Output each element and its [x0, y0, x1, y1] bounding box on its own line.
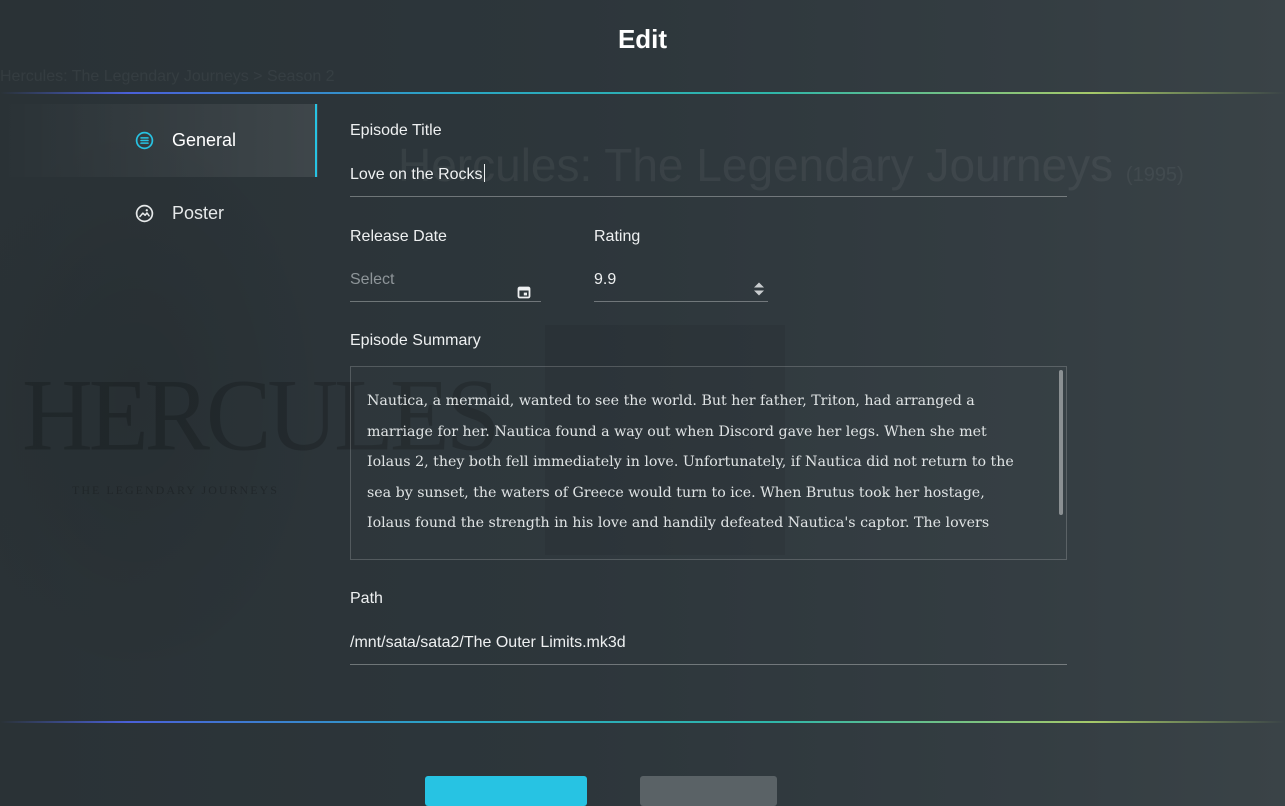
episode-summary-textarea[interactable]: Nautica, a mermaid, wanted to see the wo… [350, 366, 1067, 560]
path-label: Path [350, 590, 383, 607]
sidebar-item-poster[interactable]: Poster [0, 177, 318, 250]
spinner-arrows-icon[interactable] [752, 272, 766, 296]
episode-title-input[interactable]: Love on the Rocks [350, 153, 1067, 197]
rating-input[interactable]: 9.9 [594, 258, 768, 302]
save-button[interactable] [425, 776, 587, 806]
text-caret [483, 164, 485, 182]
release-date-input[interactable]: Select [350, 258, 541, 302]
sidebar-item-label: Poster [172, 203, 225, 223]
rating-value: 9.9 [594, 271, 617, 288]
calendar-icon[interactable] [517, 273, 531, 299]
background-show-year: (1995) [1125, 164, 1184, 186]
episode-summary-text: Nautica, a mermaid, wanted to see the wo… [367, 393, 1014, 531]
release-date-label: Release Date [350, 228, 447, 245]
sidebar-item-general[interactable]: General [0, 104, 318, 177]
path-value: /mnt/sata/sata2/The Outer Limits.mk3d [350, 634, 626, 651]
list-circle-icon [135, 131, 154, 150]
cancel-button[interactable] [640, 776, 777, 806]
summary-scrollbar[interactable] [1059, 370, 1063, 515]
path-input[interactable]: /mnt/sata/sata2/The Outer Limits.mk3d [350, 621, 1067, 665]
header-divider [0, 92, 1285, 94]
episode-title-label: Episode Title [350, 122, 442, 139]
episode-summary-label: Episode Summary [350, 332, 481, 349]
rating-label: Rating [594, 228, 641, 245]
release-date-placeholder: Select [350, 271, 395, 288]
dialog-title: Edit [617, 24, 668, 54]
image-circle-icon [135, 204, 154, 223]
episode-title-value: Love on the Rocks [350, 166, 483, 183]
active-tab-indicator [315, 104, 317, 177]
background-logo-subtitle: THE LEGENDARY JOURNEYS [72, 483, 279, 497]
footer-divider [0, 721, 1285, 723]
background-breadcrumb: Hercules: The Legendary Journeys > Seaso… [0, 68, 335, 85]
sidebar-item-label: General [172, 130, 237, 150]
